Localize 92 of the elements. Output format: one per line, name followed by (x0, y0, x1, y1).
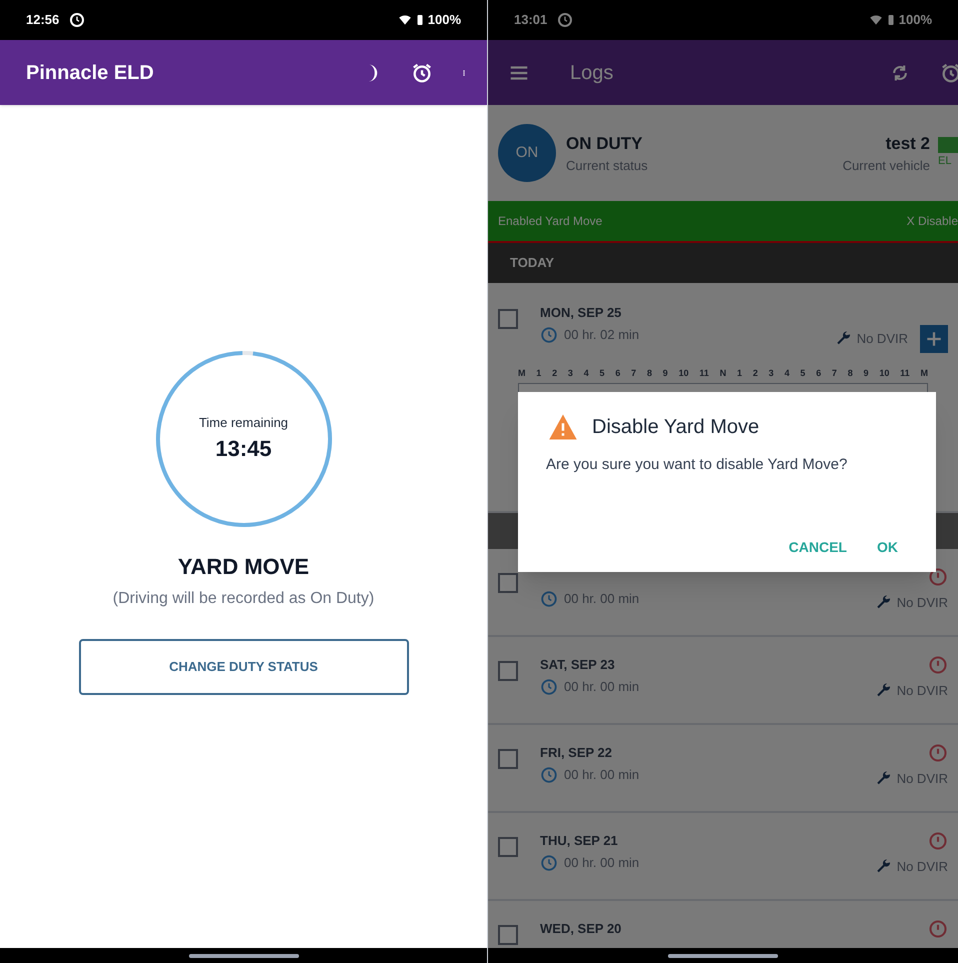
status-time: 13:01 (514, 11, 548, 30)
hour-label: 10 (879, 367, 890, 380)
hour-label: 7 (832, 367, 837, 380)
home-handle[interactable] (668, 954, 778, 958)
alert-icon (928, 831, 948, 851)
status-note: (Driving will be recorded as On Duty) (112, 589, 374, 609)
log-duration: 00 hr. 00 min (564, 590, 640, 608)
hour-label: 3 (568, 367, 573, 380)
alert-icon (928, 743, 948, 763)
hour-label: 1 (737, 367, 742, 380)
dialog-button[interactable]: CANCEL (778, 531, 857, 564)
hour-label: 3 (768, 367, 774, 380)
wifi-icon (868, 13, 883, 27)
add-button[interactable] (920, 325, 948, 353)
checkbox[interactable] (498, 925, 518, 945)
clock-icon (540, 590, 558, 608)
eld-label: EL (938, 154, 952, 169)
hour-label: 5 (600, 367, 605, 380)
dialog-title: Disable Yard Move (592, 415, 760, 440)
dialog-button[interactable]: OK (867, 531, 908, 564)
home-handle[interactable] (188, 954, 298, 958)
alert-icon (928, 655, 948, 675)
vehicle-caption: Current vehicle (842, 157, 930, 175)
dvir-status: No DVIR (856, 330, 908, 348)
checkbox[interactable] (498, 573, 518, 593)
clock-icon (540, 854, 558, 872)
log-duration: 00 hr. 00 min (564, 854, 640, 872)
hour-label: M (518, 367, 526, 380)
hour-label: N (720, 367, 726, 380)
hour-label: 5 (800, 367, 806, 380)
wifi-icon (398, 13, 412, 27)
clock-icon (540, 766, 558, 784)
clock-icon (540, 678, 558, 696)
change-duty-status-button[interactable]: CHANGE DUTY STATUS (78, 639, 408, 695)
timer-label: Time remaining (198, 414, 288, 432)
dvir-status: No DVIR (896, 770, 948, 788)
dvir-status: No DVIR (896, 594, 948, 612)
status-badge: ON (498, 124, 556, 182)
checkbox[interactable] (498, 749, 518, 769)
hour-label: 9 (864, 367, 869, 380)
hour-label: 4 (584, 367, 589, 380)
log-date[interactable]: MON, SEP 25 (540, 303, 835, 321)
battery-percent: 100% (428, 11, 461, 30)
screen-title: Logs (570, 60, 614, 86)
banner-text: Enabled Yard Move (498, 213, 602, 230)
hour-label: 4 (784, 367, 790, 380)
log-duration: 00 hr. 02 min (564, 326, 640, 344)
clock-icon (557, 12, 574, 28)
checkbox[interactable] (498, 661, 518, 681)
dvir-status: No DVIR (896, 858, 948, 876)
sync-icon[interactable] (890, 62, 910, 82)
log-date[interactable]: SAT, SEP 23 (540, 655, 875, 673)
hour-label: 2 (552, 367, 558, 380)
dialog-message: Are you sure you want to disable Yard Move? (546, 455, 848, 475)
log-date[interactable]: WED, SEP 20 (540, 919, 928, 937)
timer-value: 13:45 (215, 435, 272, 464)
clock-icon (540, 326, 558, 344)
log-date[interactable]: FRI, SEP 22 (540, 743, 875, 761)
status-title: YARD MOVE (178, 553, 310, 581)
app-title: Pinnacle ELD (26, 60, 154, 86)
clock-icon (69, 12, 86, 28)
hour-label: M (920, 367, 928, 380)
checkbox[interactable] (498, 309, 518, 329)
hour-label: 2 (752, 367, 758, 380)
section-label: TODAY (510, 254, 554, 272)
hour-label: 6 (615, 367, 620, 380)
hour-label: 8 (646, 367, 652, 380)
vehicle-name: test 2 (886, 132, 930, 154)
hour-label: 10 (678, 367, 689, 380)
hour-label: 6 (816, 367, 822, 380)
status-name: ON DUTY (566, 132, 644, 154)
log-duration: 00 hr. 00 min (564, 766, 640, 784)
plus-icon (925, 330, 943, 348)
checkbox[interactable] (498, 837, 518, 857)
hour-label: 11 (900, 367, 910, 380)
status-time: 12:56 (26, 11, 60, 30)
dvir-status: No DVIR (896, 682, 948, 700)
alarm-icon[interactable] (940, 62, 958, 84)
hour-label: 9 (662, 367, 668, 380)
hour-label: 8 (848, 367, 853, 380)
log-date[interactable]: THU, SEP 21 (540, 831, 875, 849)
hour-label: 11 (699, 367, 709, 380)
hour-label: 7 (631, 367, 636, 380)
status-caption: Current status (566, 157, 648, 175)
battery-percent: 100% (898, 11, 932, 30)
disable-link[interactable]: X Disable (906, 212, 958, 230)
hour-label: 1 (536, 367, 542, 380)
eld-icon (938, 136, 958, 153)
alert-icon (928, 567, 948, 587)
alert-icon (928, 919, 948, 939)
log-duration: 00 hr. 00 min (564, 678, 640, 696)
alarm-icon[interactable] (411, 62, 433, 84)
